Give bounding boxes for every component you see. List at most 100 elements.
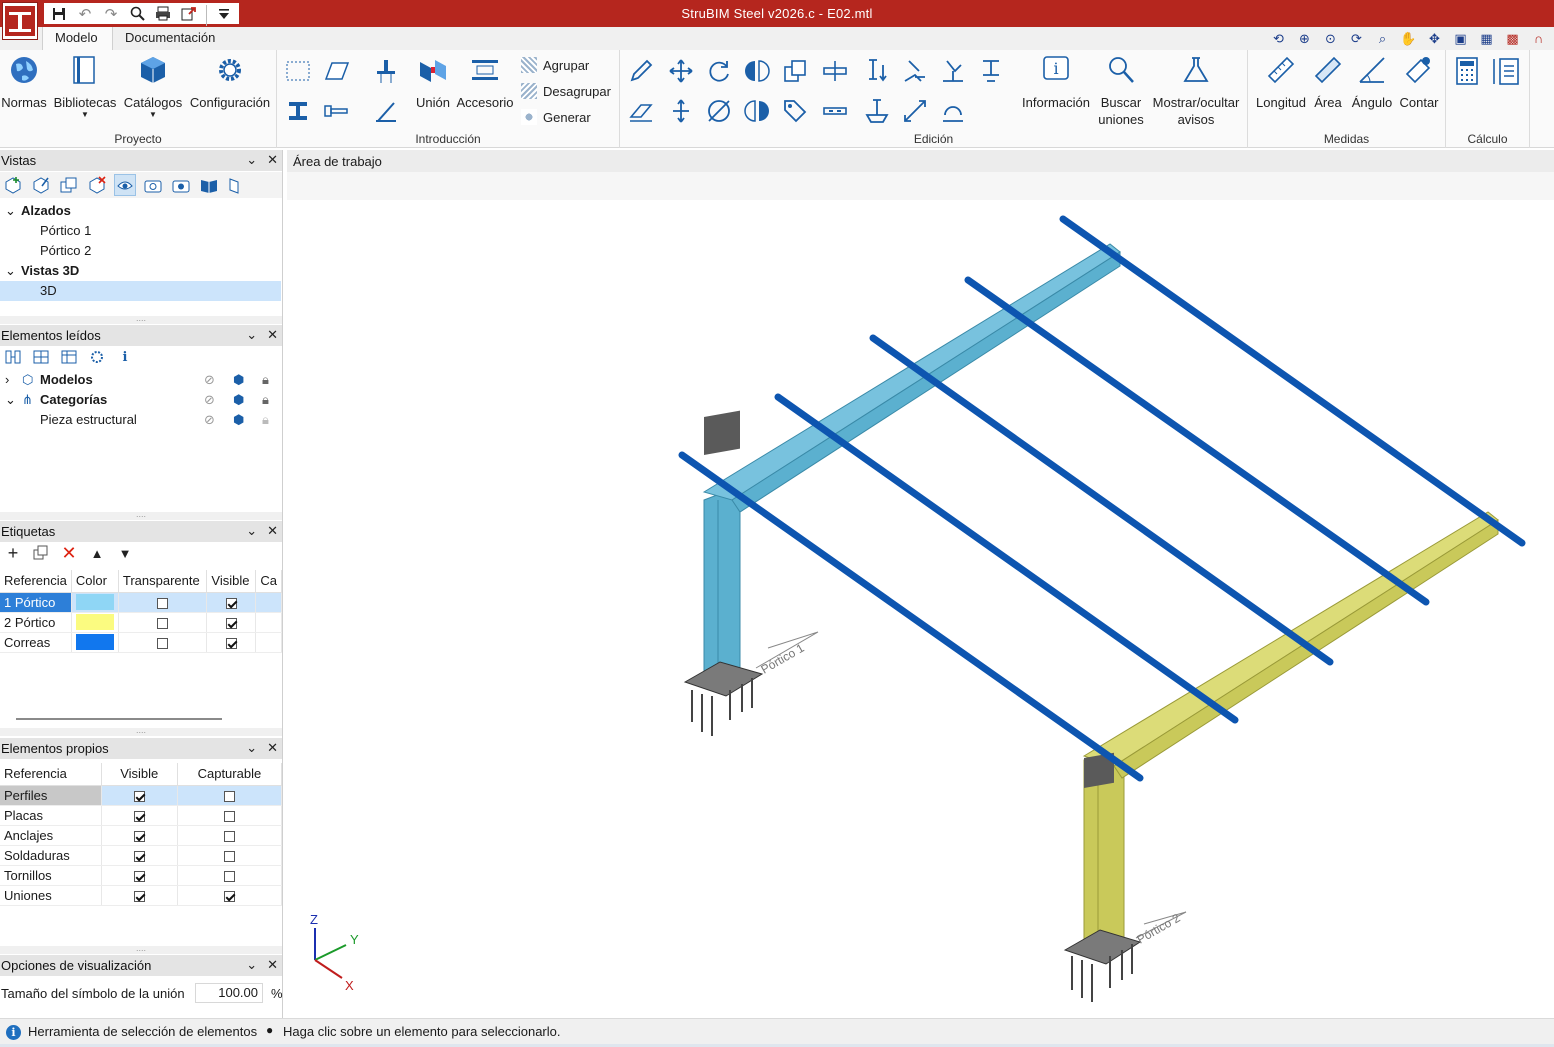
capturable-checkbox[interactable]: [223, 850, 235, 862]
transparente-cell[interactable]: [118, 592, 208, 613]
trim-icon[interactable]: [938, 56, 968, 86]
erase-icon[interactable]: [626, 96, 656, 126]
ref-cell[interactable]: Placas: [0, 805, 102, 826]
color-swatch[interactable]: [75, 614, 114, 631]
visible-cell[interactable]: [206, 592, 257, 613]
delete-icon[interactable]: ✕: [58, 542, 80, 564]
zoom-window-icon[interactable]: ⊕: [1295, 29, 1314, 48]
panel-splitter[interactable]: ....: [0, 510, 282, 520]
3d-viewport[interactable]: Pórtico 1 Pórtico 2 Z Y X: [290, 200, 1554, 1018]
transparente-cell[interactable]: [118, 612, 208, 633]
capturable-cell[interactable]: [177, 845, 283, 866]
model-settings-icon[interactable]: [86, 346, 108, 368]
view-back-icon[interactable]: ⟲: [1269, 29, 1288, 48]
close-icon[interactable]: ✕: [267, 523, 278, 539]
expand-chevron-icon[interactable]: ⌄: [5, 390, 16, 410]
plate-icon[interactable]: [321, 56, 351, 86]
tab-documentacion[interactable]: Documentación: [113, 27, 227, 50]
visible-checkbox[interactable]: [133, 810, 145, 822]
cube-icon[interactable]: ⬢: [233, 370, 244, 390]
column-header[interactable]: Referencia: [0, 763, 102, 786]
copy-view-icon[interactable]: [58, 174, 80, 196]
column-header[interactable]: Visible: [101, 763, 178, 786]
tree-item-modelos[interactable]: › ⬡ Modelos ⊘ ⬢ 🔒︎: [0, 370, 281, 390]
lock-icon[interactable]: 🔒︎: [262, 370, 269, 390]
visible-checkbox[interactable]: [133, 890, 145, 902]
info-small-icon[interactable]: i: [114, 346, 136, 368]
horizontal-scrollbar[interactable]: [16, 718, 222, 720]
stretch-icon[interactable]: [900, 96, 930, 126]
visibility-off-icon[interactable]: ⊘: [204, 390, 215, 410]
expand-chevron-icon[interactable]: ⌄: [5, 201, 16, 221]
snap-grid-icon[interactable]: ▩: [1503, 29, 1522, 48]
tag-icon[interactable]: [780, 96, 810, 126]
contar-button[interactable]: Contar: [1396, 54, 1442, 111]
color-cell[interactable]: [71, 632, 119, 653]
column-header[interactable]: Visible: [206, 570, 257, 593]
tree-item-3d[interactable]: 3D: [0, 281, 281, 301]
edit-view-icon[interactable]: [30, 174, 52, 196]
orbit-icon[interactable]: ✥: [1425, 29, 1444, 48]
undo-edit-icon[interactable]: [938, 96, 968, 126]
capturable-cell[interactable]: [177, 805, 283, 826]
tree-group-alzados[interactable]: ⌄ Alzados: [0, 201, 281, 221]
close-icon[interactable]: ✕: [267, 152, 278, 168]
column-header[interactable]: Transparente: [118, 570, 208, 593]
cube-icon[interactable]: ⬢: [233, 390, 244, 410]
collapse-chevron-icon[interactable]: ⌄: [246, 152, 257, 168]
close-icon[interactable]: ✕: [267, 740, 278, 756]
zoom-icon[interactable]: ⌕: [1373, 29, 1392, 48]
portico-1-tag[interactable]: Pórtico 1: [755, 631, 819, 677]
profile-icon[interactable]: [283, 96, 313, 126]
magnet-icon[interactable]: ∩: [1529, 29, 1548, 48]
ref-cell[interactable]: Correas: [0, 632, 72, 653]
tree-item-portico-2[interactable]: Pórtico 2: [0, 241, 281, 261]
base-plate-icon[interactable]: [862, 96, 892, 126]
open-book-icon[interactable]: [198, 174, 220, 196]
rotate-icon[interactable]: [704, 56, 734, 86]
ref-cell[interactable]: Soldaduras: [0, 845, 102, 866]
bolt-icon[interactable]: [321, 96, 351, 126]
rotate-3d-icon[interactable]: [704, 96, 734, 126]
extend-icon[interactable]: [862, 56, 892, 86]
view-visibility-icon[interactable]: [114, 174, 136, 196]
visible-checkbox[interactable]: [133, 790, 145, 802]
table-row[interactable]: 2 Pórtico: [0, 612, 282, 633]
informacion-button[interactable]: i Información: [1018, 54, 1094, 111]
move-vertical-icon[interactable]: [666, 96, 696, 126]
generar-button[interactable]: Generar: [521, 109, 591, 125]
color-swatch[interactable]: [75, 594, 114, 611]
new-view-icon[interactable]: [2, 174, 24, 196]
color-swatch[interactable]: [75, 634, 114, 651]
visible-checkbox[interactable]: [133, 850, 145, 862]
visible-checkbox[interactable]: [225, 597, 237, 609]
table-row[interactable]: Perfiles: [0, 785, 283, 806]
weld-icon[interactable]: [371, 96, 401, 126]
tree-group-vistas-3d[interactable]: ⌄ Vistas 3D: [0, 261, 281, 281]
visible-cell[interactable]: [101, 825, 178, 846]
column-header[interactable]: Ca: [255, 570, 282, 593]
calculate-report-icon[interactable]: [1490, 56, 1520, 86]
catalogos-button[interactable]: Catálogos ▼: [122, 54, 184, 119]
move-down-icon[interactable]: ▼: [114, 542, 136, 564]
capturable-cell[interactable]: [177, 825, 283, 846]
table-row[interactable]: Tornillos: [0, 865, 283, 886]
add-icon[interactable]: +: [2, 542, 24, 564]
lock-icon[interactable]: 🔒︎: [262, 390, 269, 410]
ref-cell[interactable]: Anclajes: [0, 825, 102, 846]
portico-2-base-plate[interactable]: [1063, 929, 1142, 1002]
longitud-button[interactable]: Longitud: [1252, 54, 1310, 111]
visible-cell[interactable]: [101, 805, 178, 826]
ref-cell[interactable]: Tornillos: [0, 865, 102, 886]
capturable-checkbox[interactable]: [223, 870, 235, 882]
portico-2-tag[interactable]: Pórtico 2: [1135, 911, 1187, 947]
view-fit-icon[interactable]: ▣: [1451, 29, 1470, 48]
copy-icon[interactable]: [780, 56, 810, 86]
delete-view-icon[interactable]: [86, 174, 108, 196]
align-icon[interactable]: [900, 56, 930, 86]
visible-cell[interactable]: [101, 785, 178, 806]
capturable-checkbox[interactable]: [223, 790, 235, 802]
mirror-3d-icon[interactable]: [742, 96, 772, 126]
transparente-checkbox[interactable]: [157, 617, 169, 629]
capturable-cell[interactable]: [177, 865, 283, 886]
